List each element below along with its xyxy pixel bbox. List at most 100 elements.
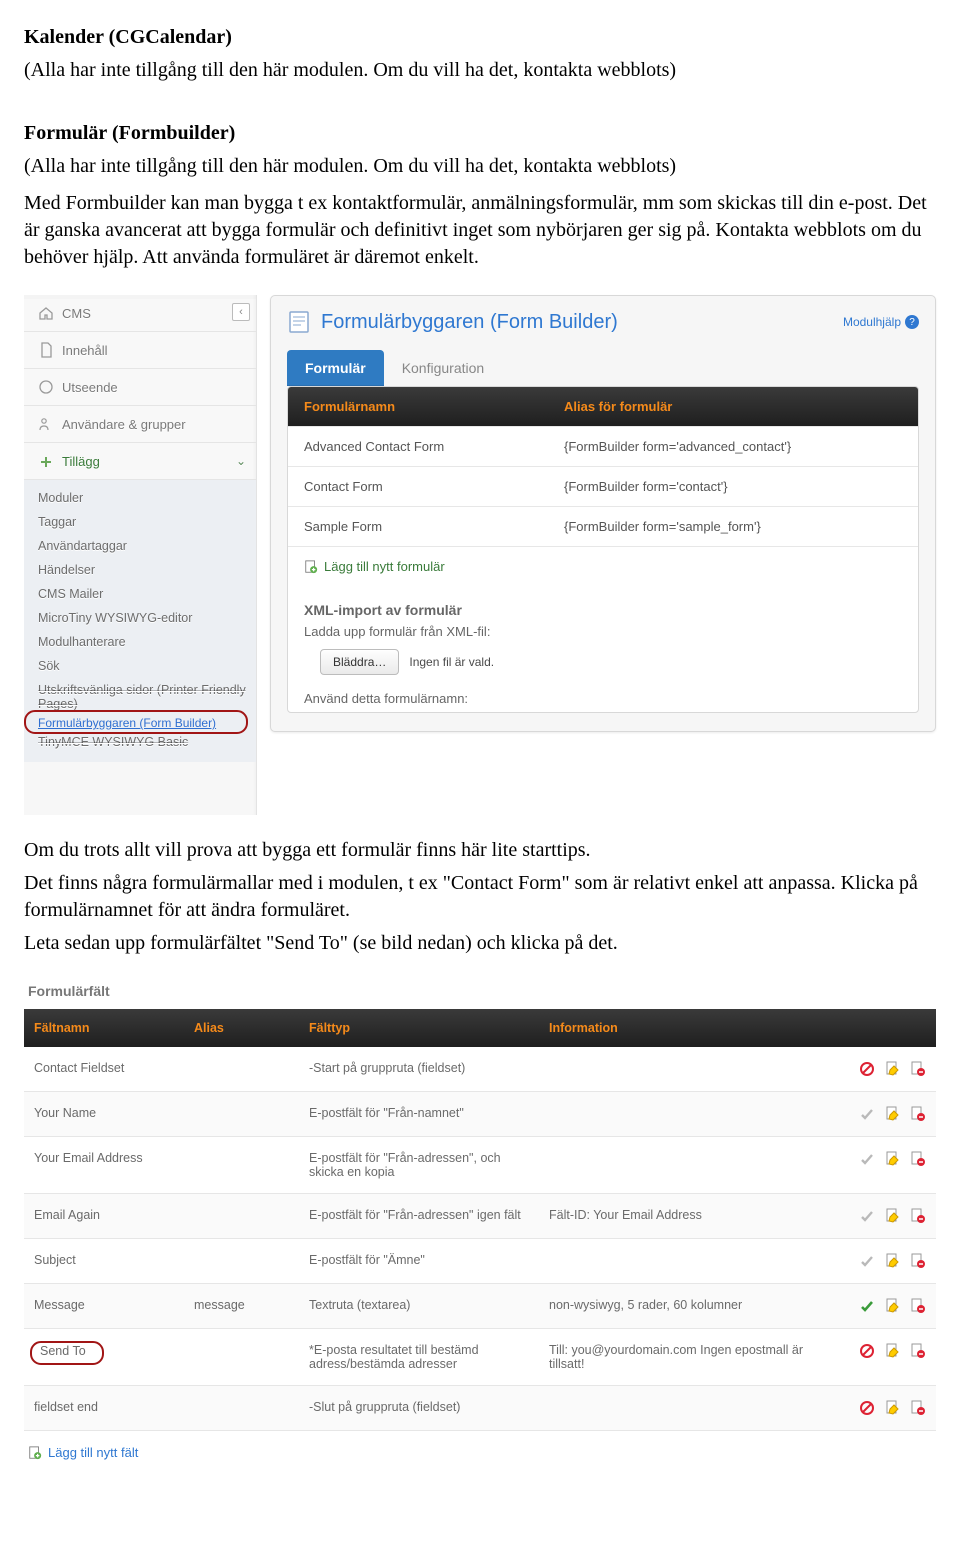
check-icon[interactable] xyxy=(859,1208,875,1224)
section1-heading: Kalender (CGCalendar) xyxy=(24,26,232,48)
field-alias xyxy=(184,1194,299,1239)
sidebar-section-cms[interactable]: CMS xyxy=(24,295,256,332)
edit-icon[interactable] xyxy=(885,1061,901,1077)
sidebar-item-microtiny[interactable]: MicroTiny WYSIWYG-editor xyxy=(24,606,256,630)
help-icon: ? xyxy=(905,315,919,329)
edit-icon[interactable] xyxy=(885,1208,901,1224)
th-info: Information xyxy=(539,1009,826,1047)
field-row[interactable]: fieldset end -Slut på gruppruta (fieldse… xyxy=(24,1386,936,1431)
module-help-link[interactable]: Modulhjälp ? xyxy=(843,315,919,329)
sidebar-section-users[interactable]: Användare & grupper xyxy=(24,406,256,443)
cms-sidebar: ‹ CMS Innehåll Utseende Användare & grup… xyxy=(24,295,257,815)
sidebar-section-utseende[interactable]: Utseende xyxy=(24,369,256,406)
form-alias: {FormBuilder form='advanced_contact'} xyxy=(564,439,791,454)
edit-icon[interactable] xyxy=(885,1343,901,1359)
check-icon[interactable] xyxy=(859,1253,875,1269)
field-alias xyxy=(184,1386,299,1431)
xml-import-heading: XML-import av formulär xyxy=(288,586,918,624)
users-icon xyxy=(38,416,54,432)
plus-page-icon xyxy=(28,1446,42,1460)
forbidden-icon[interactable] xyxy=(859,1400,875,1416)
edit-icon[interactable] xyxy=(885,1106,901,1122)
browse-button[interactable]: Bläddra… xyxy=(320,649,399,675)
field-row[interactable]: Email Again E-postfält för "Från-adresse… xyxy=(24,1194,936,1239)
check-icon[interactable] xyxy=(859,1151,875,1167)
sidebar-section-innehall[interactable]: Innehåll xyxy=(24,332,256,369)
field-name: Contact Fieldset xyxy=(24,1047,184,1092)
field-name: Message xyxy=(24,1284,184,1329)
edit-icon[interactable] xyxy=(885,1151,901,1167)
sidebar-item-cmsmailer[interactable]: CMS Mailer xyxy=(24,582,256,606)
field-type: E-postfält för "Ämne" xyxy=(299,1239,539,1284)
delete-icon[interactable] xyxy=(910,1208,926,1224)
sidebar-item-handelser[interactable]: Händelser xyxy=(24,558,256,582)
field-row[interactable]: Your Email Address E-postfält för "Från-… xyxy=(24,1137,936,1194)
sidebar-item-anvandartaggar[interactable]: Användartaggar xyxy=(24,534,256,558)
form-row[interactable]: Advanced Contact Form {FormBuilder form=… xyxy=(288,426,918,466)
check-icon[interactable] xyxy=(859,1106,875,1122)
sidebar-section-label: CMS xyxy=(62,306,91,321)
section1-sub: (Alla har inte tillgång till den här mod… xyxy=(24,57,936,84)
row-actions xyxy=(826,1329,936,1386)
field-row-sendto[interactable]: Send To *E-posta resultatet till bestämd… xyxy=(24,1329,936,1386)
forbidden-icon[interactable] xyxy=(859,1061,875,1077)
field-row[interactable]: Contact Fieldset -Start på gruppruta (fi… xyxy=(24,1047,936,1092)
delete-icon[interactable] xyxy=(910,1253,926,1269)
panel-title: Formulärbyggaren (Form Builder) xyxy=(321,311,618,334)
field-info xyxy=(539,1239,826,1284)
add-form-link[interactable]: Lägg till nytt formulär xyxy=(288,546,918,586)
add-field-label: Lägg till nytt fält xyxy=(48,1445,138,1460)
screenshot-formbuilder: ‹ CMS Innehåll Utseende Användare & grup… xyxy=(24,295,936,815)
formfields-table: Fältnamn Alias Fälttyp Information Conta… xyxy=(24,1009,936,1431)
form-name: Contact Form xyxy=(304,479,564,494)
delete-icon[interactable] xyxy=(910,1061,926,1077)
field-type: *E-posta resultatet till bestämd adress/… xyxy=(299,1329,539,1386)
field-row[interactable]: Subject E-postfält för "Ämne" xyxy=(24,1239,936,1284)
field-name: Subject xyxy=(24,1239,184,1284)
module-help-label: Modulhjälp xyxy=(843,315,901,329)
th-formname: Formulärnamn xyxy=(304,399,564,414)
field-row[interactable]: Your Name E-postfält för "Från-namnet" xyxy=(24,1092,936,1137)
edit-icon[interactable] xyxy=(885,1400,901,1416)
sidebar-item-taggar[interactable]: Taggar xyxy=(24,510,256,534)
field-alias xyxy=(184,1239,299,1284)
sidebar-collapse-button[interactable]: ‹ xyxy=(232,303,250,321)
sidebar-item-label: Formulärbyggaren (Form Builder) xyxy=(38,716,216,730)
add-field-link[interactable]: Lägg till nytt fält xyxy=(24,1431,936,1474)
sidebar-item-modulhanterare[interactable]: Modulhanterare xyxy=(24,630,256,654)
tab-formular[interactable]: Formulär xyxy=(287,350,384,386)
edit-icon[interactable] xyxy=(885,1253,901,1269)
delete-icon[interactable] xyxy=(910,1400,926,1416)
row-actions xyxy=(826,1194,936,1239)
row-actions xyxy=(826,1239,936,1284)
field-alias xyxy=(184,1329,299,1386)
starttips-p1: Om du trots allt vill prova att bygga et… xyxy=(24,837,936,864)
delete-icon[interactable] xyxy=(910,1151,926,1167)
field-info xyxy=(539,1047,826,1092)
delete-icon[interactable] xyxy=(910,1343,926,1359)
field-info: Till: you@yourdomain.com Ingen epostmall… xyxy=(539,1329,826,1386)
delete-icon[interactable] xyxy=(910,1298,926,1314)
section2-para: Med Formbuilder kan man bygga t ex konta… xyxy=(24,190,936,271)
home-icon xyxy=(38,305,54,321)
xml-load-label: Ladda upp formulär från XML-fil: xyxy=(288,624,918,645)
delete-icon[interactable] xyxy=(910,1106,926,1122)
forbidden-icon[interactable] xyxy=(859,1343,875,1359)
form-row[interactable]: Sample Form {FormBuilder form='sample_fo… xyxy=(288,506,918,546)
form-row[interactable]: Contact Form {FormBuilder form='contact'… xyxy=(288,466,918,506)
tab-konfiguration[interactable]: Konfiguration xyxy=(384,350,503,386)
sidebar-item-sok[interactable]: Sök xyxy=(24,654,256,678)
check-green-icon[interactable] xyxy=(859,1298,875,1314)
th-alias: Alias xyxy=(184,1009,299,1047)
edit-icon[interactable] xyxy=(885,1298,901,1314)
sidebar-section-label: Utseende xyxy=(62,380,118,395)
sidebar-item-formbuilder[interactable]: Formulärbyggaren (Form Builder) xyxy=(24,711,226,735)
starttips-p2: Det finns några formulärmallar med i mod… xyxy=(24,870,936,924)
field-type: E-postfält för "Från-namnet" xyxy=(299,1092,539,1137)
row-actions xyxy=(826,1386,936,1431)
sidebar-section-tillagg[interactable]: Tillägg ⌄ xyxy=(24,443,256,480)
sidebar-item-moduler[interactable]: Moduler xyxy=(24,486,256,510)
plus-page-icon xyxy=(304,560,318,574)
field-row[interactable]: Message message Textruta (textarea) non-… xyxy=(24,1284,936,1329)
form-name: Sample Form xyxy=(304,519,564,534)
